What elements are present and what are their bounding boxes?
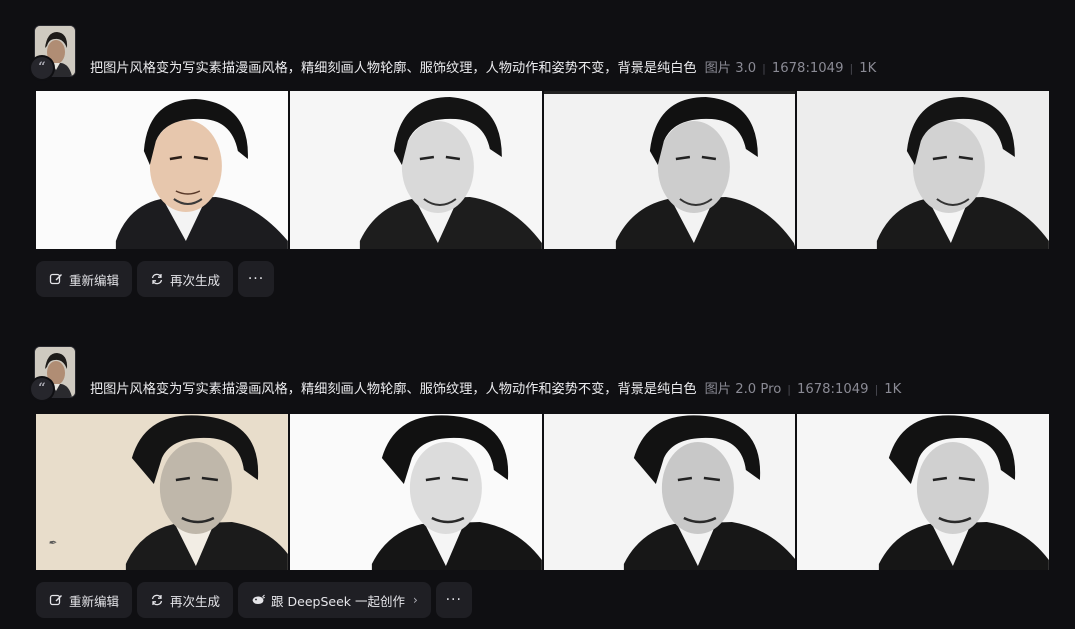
prompt-text: 把图片风格变为写实素描漫画风格，精细刻画人物轮廓、服饰纹理，人物动作和姿势不变，…	[90, 61, 697, 76]
quote-icon: “	[31, 57, 53, 79]
prompt-text: 把图片风格变为写实素描漫画风格，精细刻画人物轮廓、服饰纹理，人物动作和姿势不变，…	[90, 382, 697, 397]
action-bar: 重新编辑 再次生成 跟 DeepSeek 一起创作 › ···	[36, 582, 472, 618]
result-image[interactable]	[289, 414, 542, 570]
deepseek-label: 跟 DeepSeek 一起创作	[271, 593, 405, 609]
re-edit-label: 重新编辑	[69, 593, 120, 609]
more-icon: ···	[247, 271, 265, 287]
resolution-label: 1K	[884, 382, 902, 397]
result-image[interactable]	[797, 414, 1049, 570]
generation-feed: “ 把图片风格变为写实素描漫画风格，精细刻画人物轮廓、服饰纹理，人物动作和姿势不…	[0, 0, 1075, 629]
meta-separator: |	[874, 383, 879, 396]
regenerate-button[interactable]: 再次生成	[137, 261, 234, 297]
edit-icon	[49, 273, 62, 285]
whale-icon	[252, 594, 265, 604]
result-image[interactable]	[797, 91, 1049, 249]
more-button[interactable]: ···	[238, 261, 275, 297]
deepseek-create-button[interactable]: 跟 DeepSeek 一起创作 ›	[238, 582, 431, 618]
result-gallery: ✒	[36, 414, 1049, 570]
meta-separator: |	[762, 62, 766, 75]
quote-icon: “	[31, 378, 53, 400]
resolution-label: 1K	[859, 61, 877, 76]
action-bar: 重新编辑 再次生成 ···	[36, 261, 275, 297]
more-button[interactable]: ···	[435, 582, 472, 618]
prompt-line: 把图片风格变为写实素描漫画风格，精细刻画人物轮廓、服饰纹理，人物动作和姿势不变，…	[90, 60, 876, 78]
refresh-icon	[151, 594, 163, 606]
regenerate-label: 再次生成	[170, 272, 221, 288]
re-edit-label: 重新编辑	[69, 272, 120, 288]
result-image[interactable]	[36, 91, 288, 249]
result-image[interactable]	[289, 91, 542, 249]
result-image[interactable]	[543, 91, 796, 249]
result-gallery	[36, 91, 1049, 249]
regenerate-label: 再次生成	[170, 593, 221, 609]
aspect-ratio-label: 1678:1049	[771, 61, 844, 76]
artist-signature: ✒	[48, 538, 57, 549]
aspect-ratio-label: 1678:1049	[797, 382, 869, 397]
result-image[interactable]: ✒	[36, 414, 288, 570]
result-image[interactable]	[543, 414, 796, 570]
meta-separator: |	[849, 62, 854, 75]
model-label: 图片 2.0 Pro	[704, 382, 782, 397]
re-edit-button[interactable]: 重新编辑	[36, 261, 133, 297]
re-edit-button[interactable]: 重新编辑	[36, 582, 133, 618]
chevron-right-icon: ›	[412, 593, 418, 607]
regenerate-button[interactable]: 再次生成	[137, 582, 234, 618]
edit-icon	[49, 594, 62, 606]
meta-separator: |	[787, 383, 791, 396]
refresh-icon	[151, 273, 163, 285]
model-label: 图片 3.0	[704, 61, 757, 76]
prompt-line: 把图片风格变为写实素描漫画风格，精细刻画人物轮廓、服饰纹理，人物动作和姿势不变，…	[90, 381, 901, 399]
more-icon: ···	[445, 592, 462, 608]
